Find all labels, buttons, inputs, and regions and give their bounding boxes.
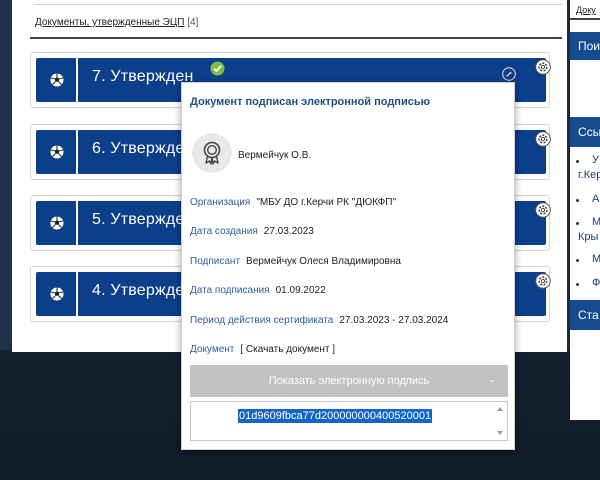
gear-icon[interactable] xyxy=(535,202,551,218)
page-background-left xyxy=(0,0,12,350)
field-label: Подписант xyxy=(190,256,241,267)
show-signature-button[interactable]: Показать электронную подпись - xyxy=(190,365,508,397)
gear-icon[interactable] xyxy=(535,59,551,75)
separator xyxy=(76,58,78,102)
sidebar-heading-links: Ссы xyxy=(570,117,600,147)
field-organization: Организация "МБУ ДО г.Керчи РК "ДЮКФП" xyxy=(190,197,396,208)
bullet xyxy=(576,222,579,225)
field-cert-period: Период действия сертификата 27.03.2023 - … xyxy=(190,315,448,326)
sidebar-link[interactable]: У xyxy=(592,154,599,166)
separator xyxy=(76,201,78,245)
signature-value[interactable]: 01d9609fbca77d200000000400520001 xyxy=(238,409,433,423)
divider xyxy=(30,37,562,39)
signer-name: Вермейчук О.В. xyxy=(238,150,312,161)
field-created: Дата создания 27.03.2023 xyxy=(190,226,314,237)
bullet xyxy=(576,283,579,286)
popup-title: Документ подписан электронной подписью xyxy=(190,96,430,108)
bullet xyxy=(576,160,579,163)
document-title[interactable]: 5. Утвержден xyxy=(92,211,194,229)
document-title[interactable]: 4. Утвержден xyxy=(92,282,194,300)
separator xyxy=(76,130,78,174)
signature-popup: Документ подписан электронной подписью В… xyxy=(181,82,515,450)
certificate-seal-icon xyxy=(192,133,232,173)
show-signature-label: Показать электронную подпись xyxy=(268,375,430,387)
breadcrumb-count: [4] xyxy=(187,17,199,28)
ball-icon xyxy=(38,60,76,100)
field-label: Дата подписания xyxy=(190,285,270,296)
ball-icon xyxy=(38,132,76,172)
document-title[interactable]: 6. Утвержден xyxy=(92,140,194,158)
sidebar-heading-search: Пои xyxy=(570,32,600,60)
document-title[interactable]: 7. Утвержден xyxy=(92,68,194,86)
right-sidebar: Доку Пои Ссы У г.Кер А М Кры М Ф Ста xyxy=(570,0,600,420)
field-value: 01.09.2022 xyxy=(275,285,326,296)
separator xyxy=(76,272,78,316)
download-document-link[interactable]: [ Скачать документ ] xyxy=(240,344,335,355)
gear-icon[interactable] xyxy=(535,273,551,289)
sidebar-link[interactable]: Кры xyxy=(578,231,598,243)
divider xyxy=(570,18,600,20)
sidebar-link[interactable]: г.Кер xyxy=(578,169,600,181)
key-icon[interactable] xyxy=(502,67,516,81)
field-value: 27.03.2023 - 27.03.2024 xyxy=(339,315,449,326)
gear-icon[interactable] xyxy=(535,131,551,147)
bullet xyxy=(576,199,579,202)
sidebar-link[interactable]: Ф xyxy=(592,277,600,289)
sidebar-link[interactable]: М xyxy=(592,216,600,228)
divider xyxy=(34,4,562,5)
field-value: 27.03.2023 xyxy=(263,226,314,237)
sidebar-link[interactable]: А xyxy=(592,193,599,205)
textarea-scrollbar[interactable] xyxy=(495,404,505,438)
signature-textarea[interactable]: 01d9609fbca77d200000000400520001 xyxy=(190,401,508,441)
sidebar-link[interactable]: Доку xyxy=(576,5,596,15)
ball-icon xyxy=(38,203,76,243)
sidebar-link[interactable]: М xyxy=(592,253,600,265)
field-label: Период действия сертификата xyxy=(190,315,334,326)
field-document: Документ [ Скачать документ ] xyxy=(190,344,335,355)
sidebar-heading-stats: Ста xyxy=(570,300,600,330)
field-value: "МБУ ДО г.Керчи РК "ДЮКФП" xyxy=(256,197,397,208)
ball-icon xyxy=(38,274,76,314)
field-signed-date: Дата подписания 01.09.2022 xyxy=(190,285,326,296)
collapse-icon[interactable]: - xyxy=(490,373,494,387)
field-label: Дата создания xyxy=(190,226,258,237)
verified-check-icon xyxy=(210,61,225,76)
field-label: Организация xyxy=(190,197,251,208)
bullet xyxy=(576,259,579,262)
breadcrumb: Документы, утвержденные ЭЦП [4] xyxy=(35,17,198,28)
breadcrumb-link[interactable]: Документы, утвержденные ЭЦП xyxy=(35,17,184,28)
field-value: Вермейчук Олеся Владимировна xyxy=(246,256,401,267)
field-signer: Подписант Вермейчук Олеся Владимировна xyxy=(190,256,401,267)
field-label: Документ xyxy=(190,344,235,355)
